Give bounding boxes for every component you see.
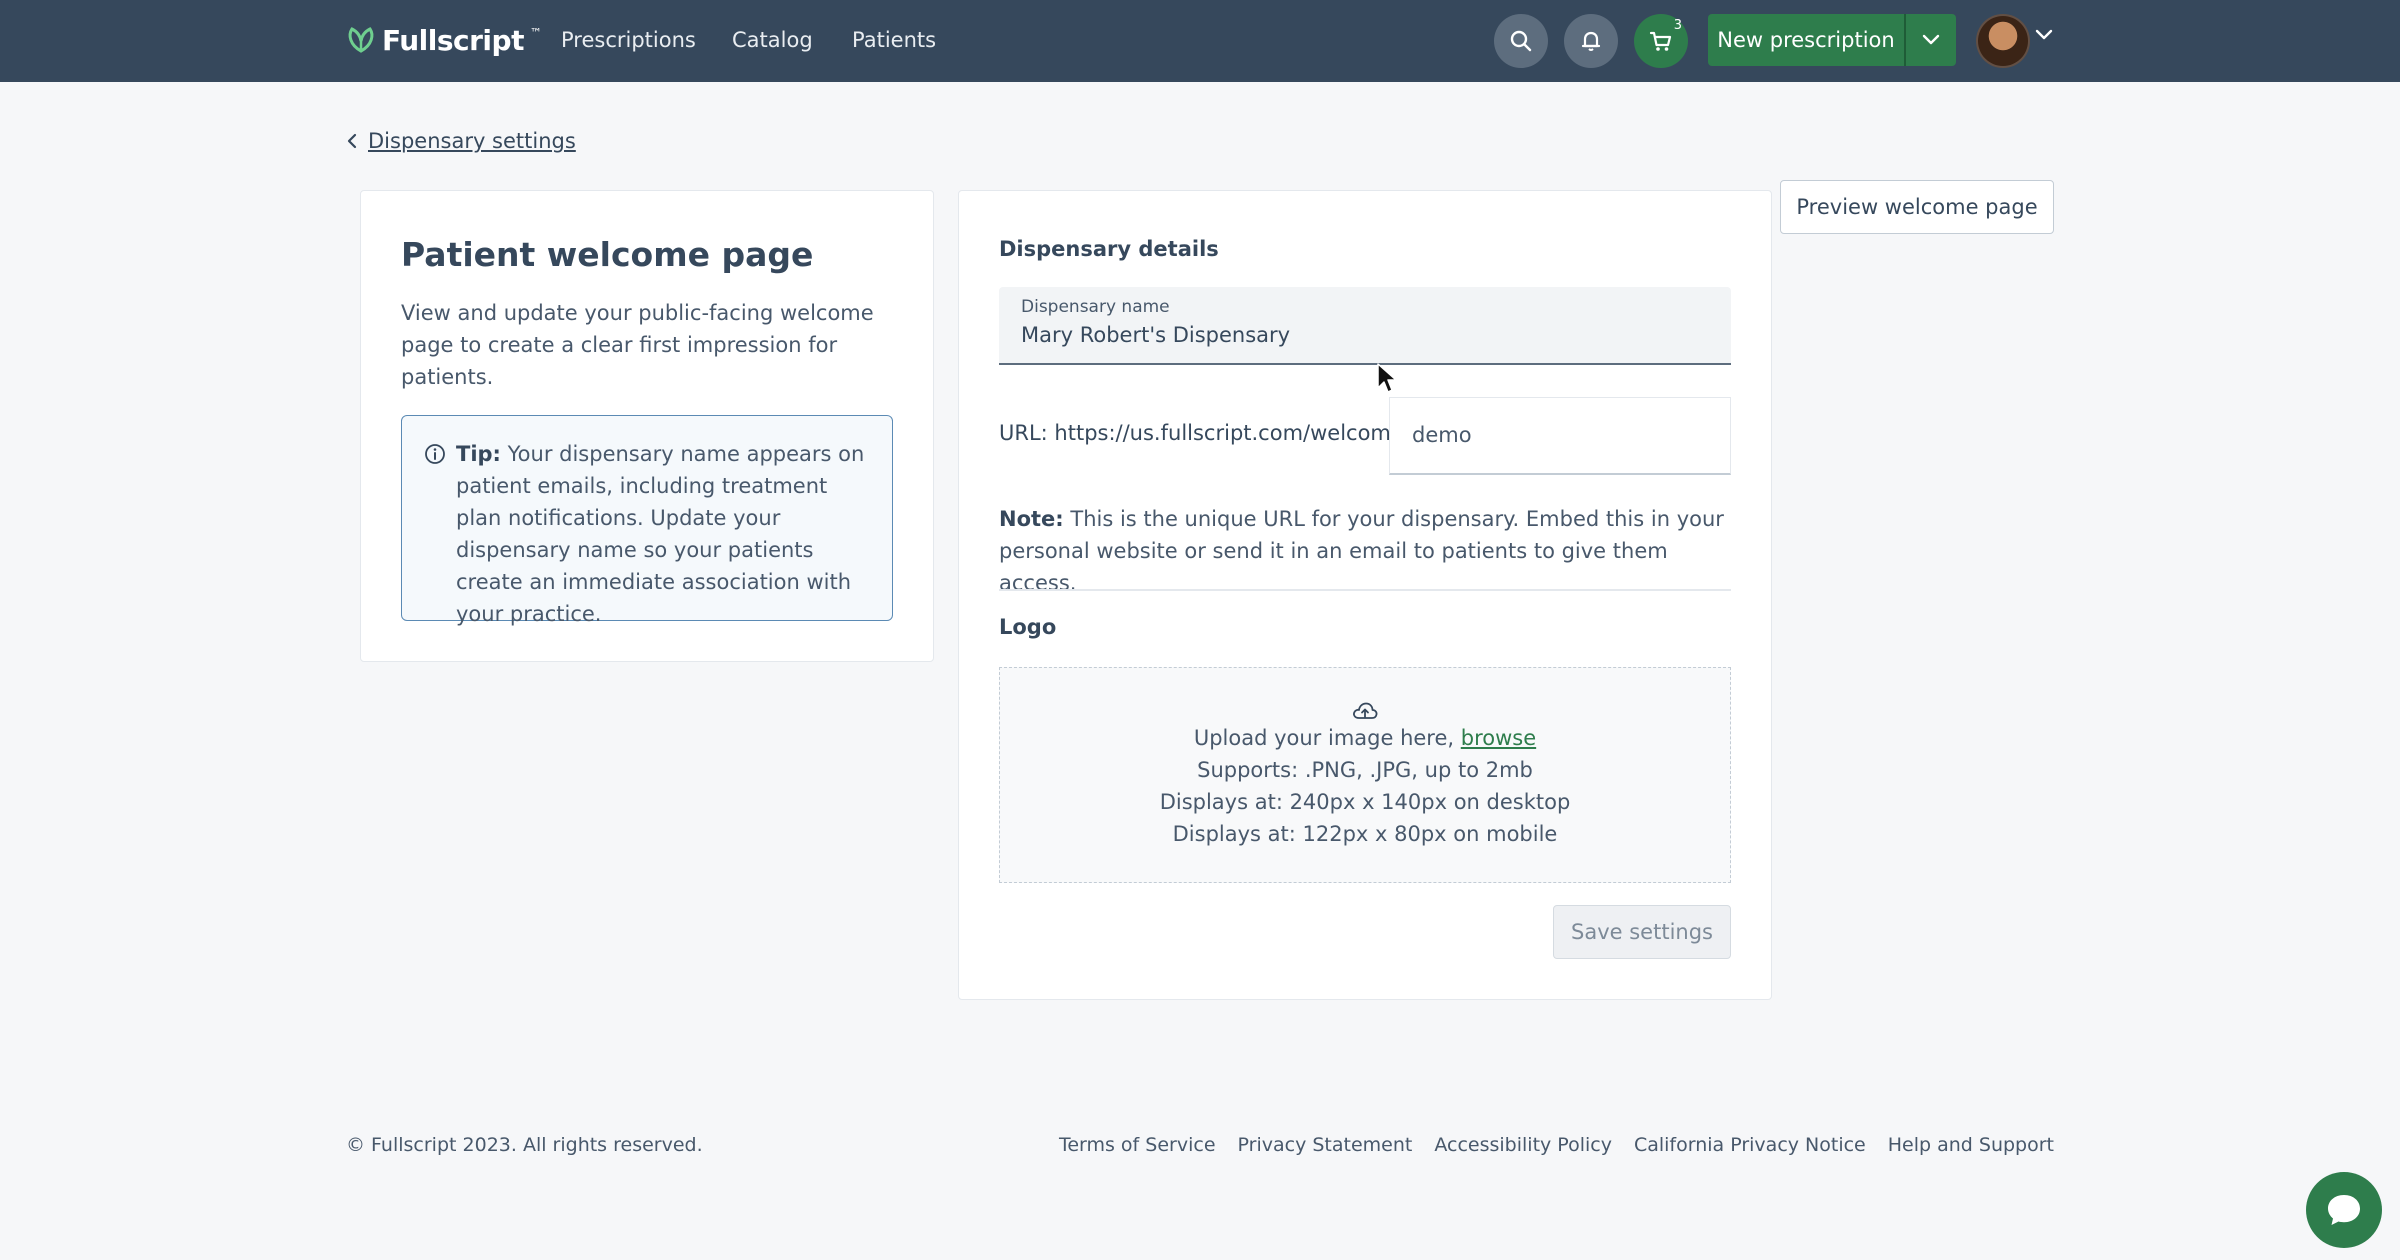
account-chevron-down-icon[interactable] <box>2034 28 2054 42</box>
preview-welcome-page-button[interactable]: Preview welcome page <box>1780 180 2054 234</box>
mouse-cursor-icon <box>1377 363 1397 393</box>
footer-privacy-link[interactable]: Privacy Statement <box>1238 1134 1413 1156</box>
info-icon <box>425 444 445 464</box>
page-description: View and update your public-facing welco… <box>401 301 874 389</box>
search-icon <box>1510 30 1532 52</box>
dispensary-name-label: Dispensary name <box>1021 297 1170 317</box>
new-prescription-button-group: New prescription <box>1708 14 1956 66</box>
user-avatar[interactable] <box>1976 14 2030 68</box>
footer-accessibility-link[interactable]: Accessibility Policy <box>1434 1134 1612 1156</box>
upload-text: Upload your image here, <box>1193 726 1461 750</box>
cart-count-badge: 3 <box>1673 18 1682 33</box>
cart-button[interactable]: 3 <box>1634 14 1688 68</box>
section-divider <box>999 589 1731 591</box>
nav-prescriptions[interactable]: Prescriptions <box>561 24 696 56</box>
upload-supports: Supports: .PNG, .JPG, up to 2mb <box>1197 758 1533 782</box>
tip-body: Your dispensary name appears on patient … <box>456 442 865 626</box>
brand-name: Fullscript <box>382 23 524 57</box>
dispensary-details-heading: Dispensary details <box>999 237 1219 261</box>
leaf-icon <box>348 27 374 53</box>
dispensary-details-card: Dispensary details Dispensary name Mary … <box>958 190 1772 1000</box>
welcome-page-info-card: Patient welcome page View and update you… <box>360 190 934 662</box>
footer-help-link[interactable]: Help and Support <box>1888 1134 2054 1156</box>
save-settings-button[interactable]: Save settings <box>1553 905 1731 959</box>
browse-link[interactable]: browse <box>1461 726 1536 750</box>
welcome-url-prefix: URL: https://us.fullscript.com/welcome/ <box>999 421 1411 445</box>
back-to-dispensary-settings[interactable]: Dispensary settings <box>346 126 576 156</box>
notifications-button[interactable] <box>1564 14 1618 68</box>
logo-upload-dropzone[interactable]: Upload your image here, browse Supports:… <box>999 667 1731 883</box>
logo-heading: Logo <box>999 615 1057 639</box>
footer-copyright: © Fullscript 2023. All rights reserved. <box>346 1134 703 1156</box>
chat-bubble-icon <box>2328 1195 2360 1225</box>
search-button[interactable] <box>1494 14 1548 68</box>
chevron-left-icon <box>347 133 357 149</box>
tip-callout: Tip: Your dispensary name appears on pat… <box>401 415 893 626</box>
upload-instruction: Upload your image here, browse <box>1194 722 1536 754</box>
footer-terms-link[interactable]: Terms of Service <box>1059 1134 1216 1156</box>
nav-patients[interactable]: Patients <box>852 24 936 56</box>
new-prescription-dropdown[interactable] <box>1906 14 1956 66</box>
note-body: This is the unique URL for your dispensa… <box>999 507 1724 595</box>
tip-text: Tip: Your dispensary name appears on pat… <box>456 438 876 630</box>
new-prescription-button[interactable]: New prescription <box>1708 14 1906 66</box>
tip-label: Tip: <box>456 442 501 466</box>
dispensary-name-value[interactable]: Mary Robert's Dispensary <box>1021 323 1290 347</box>
bell-icon <box>1581 31 1601 51</box>
cloud-upload-icon <box>1353 702 1378 719</box>
cart-icon <box>1649 31 1672 51</box>
trademark-mark: ™ <box>529 26 542 40</box>
back-link-label: Dispensary settings <box>368 129 576 153</box>
dispensary-name-field[interactable]: Dispensary name Mary Robert's Dispensary <box>999 287 1731 365</box>
nav-catalog[interactable]: Catalog <box>732 24 813 56</box>
footer-california-privacy-link[interactable]: California Privacy Notice <box>1634 1134 1866 1156</box>
chevron-down-icon <box>1922 34 1940 45</box>
note-label: Note: <box>999 507 1064 531</box>
top-navigation: Fullscript ™ Prescriptions Catalog Patie… <box>0 0 2400 82</box>
page-title: Patient welcome page <box>401 235 814 274</box>
url-slug-input[interactable]: demo <box>1389 397 1731 475</box>
footer-links: Terms of Service Privacy Statement Acces… <box>1059 1134 2054 1156</box>
upload-desktop-size: Displays at: 240px x 140px on desktop <box>1159 790 1571 814</box>
url-note: Note: This is the unique URL for your di… <box>999 503 1739 599</box>
chat-button[interactable] <box>2306 1172 2382 1248</box>
upload-mobile-size: Displays at: 122px x 80px on mobile <box>1172 822 1558 846</box>
fullscript-logo[interactable]: Fullscript ™ <box>346 20 542 60</box>
